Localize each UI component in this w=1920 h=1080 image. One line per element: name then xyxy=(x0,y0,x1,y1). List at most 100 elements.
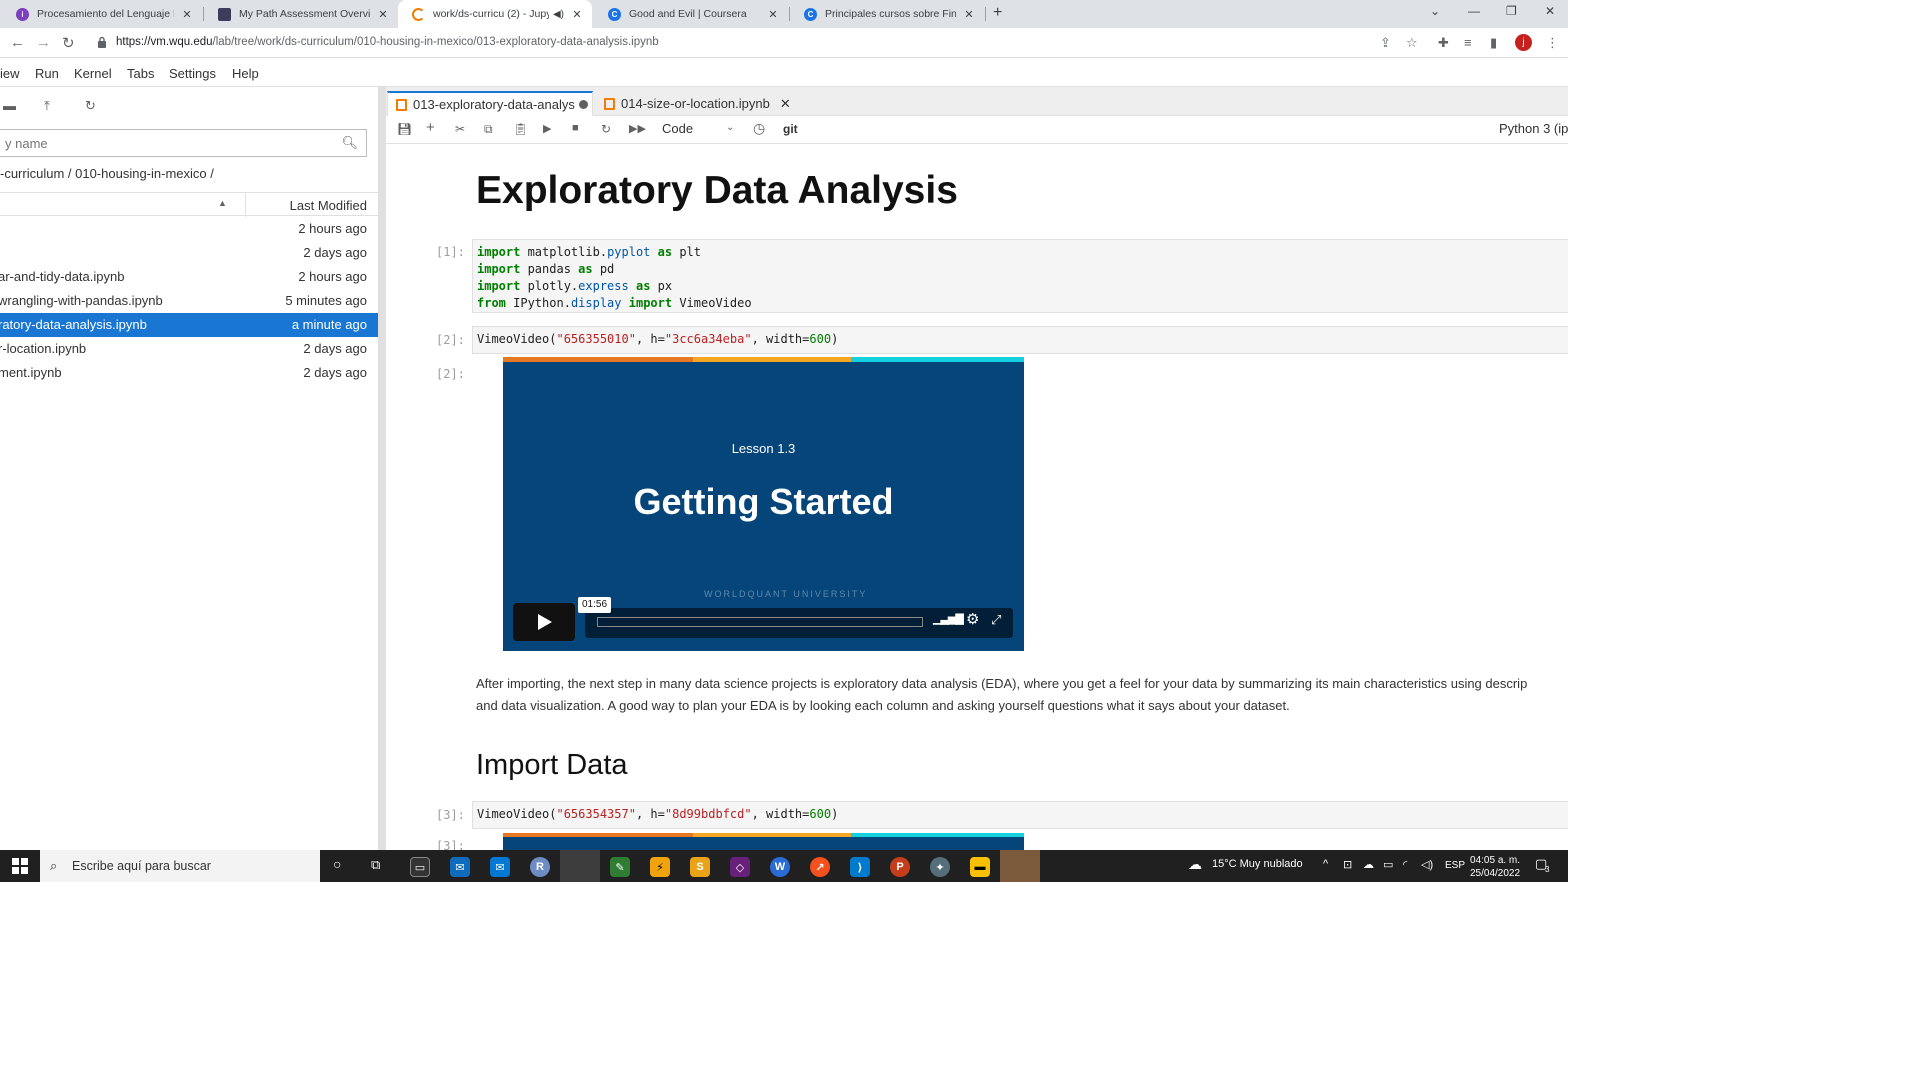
minimize-icon[interactable]: — xyxy=(1468,4,1480,18)
play-button[interactable] xyxy=(513,603,575,641)
volume-icon[interactable]: ▁▃▅▇ xyxy=(933,612,964,625)
column-last-modified[interactable]: Last Modified xyxy=(290,198,367,213)
restore-icon[interactable]: ❐ xyxy=(1506,4,1517,18)
stop-icon[interactable]: ■ xyxy=(572,122,579,134)
volume-tray-icon[interactable]: ◁) xyxy=(1421,858,1433,871)
window-close-icon[interactable]: ✕ xyxy=(1545,4,1555,18)
menu-help[interactable]: Help xyxy=(232,66,259,81)
browser-tab-2[interactable]: My Path Assessment Overview | V ✕ xyxy=(204,0,398,28)
terminal-icon[interactable]: ▭ xyxy=(410,857,430,877)
code-cell-video-2[interactable]: VimeoVideo("656354357", h="8d99bdbfcd", … xyxy=(472,801,1568,829)
windows-start-icon[interactable] xyxy=(12,858,28,874)
file-row[interactable]: 2 hours ago xyxy=(0,217,378,241)
browser-tab-1[interactable]: i Procesamiento del Lenguaje Nat ✕ xyxy=(2,0,202,28)
weather-text[interactable]: 15°C Muy nublado xyxy=(1212,858,1303,870)
file-explorer-icon[interactable]: ▬ xyxy=(970,857,990,877)
upload-icon[interactable]: ⤒ xyxy=(44,98,50,114)
file-row[interactable]: ratory-data-analysis.ipynb a minute ago xyxy=(0,313,378,337)
tab-notebook-014[interactable]: 014-size-or-location.ipynb ✕ xyxy=(596,91,802,116)
excel-like-icon[interactable]: ✎ xyxy=(610,857,630,877)
close-icon[interactable]: ✕ xyxy=(780,96,791,112)
system-clock[interactable]: 04:05 a. m. 25/04/2022 xyxy=(1470,854,1520,880)
save-icon[interactable]: 💾︎ xyxy=(397,122,412,136)
lock-icon[interactable] xyxy=(97,36,107,48)
sublime-icon[interactable]: S xyxy=(690,857,710,877)
fullscreen-icon[interactable]: ⤢ xyxy=(991,612,1001,628)
close-icon[interactable]: ✕ xyxy=(376,8,390,21)
visual-studio-icon[interactable]: ◇ xyxy=(730,857,750,877)
close-icon[interactable]: ✕ xyxy=(962,8,976,21)
breadcrumb[interactable]: -curriculum / 010-housing-in-mexico / xyxy=(0,166,214,181)
kernel-name[interactable]: Python 3 (ip xyxy=(1499,121,1568,136)
browser-tab-3-active[interactable]: work/ds-curricu (2) - Jupyter ◀) ✕ xyxy=(398,0,592,28)
powerpoint-icon[interactable]: P xyxy=(890,857,910,877)
language-indicator[interactable]: ESP xyxy=(1445,860,1465,871)
wifi-icon[interactable]: ◜ xyxy=(1403,858,1407,871)
unsaved-dot-icon[interactable] xyxy=(579,100,588,109)
menu-kernel[interactable]: Kernel xyxy=(74,66,112,81)
code-cell-video-1[interactable]: VimeoVideo("656355010", h="3cc6a34eba", … xyxy=(472,326,1568,354)
battery-icon[interactable]: ▭ xyxy=(1383,858,1393,871)
postman-icon[interactable]: ↗ xyxy=(810,857,830,877)
menu-view[interactable]: iew xyxy=(0,66,20,81)
chevron-up-icon[interactable]: ^ xyxy=(1323,858,1328,870)
weather-icon[interactable]: ☁ xyxy=(1188,856,1202,873)
taskbar-search[interactable]: ⌕ Escribe aquí para buscar xyxy=(40,850,320,882)
avatar[interactable]: j xyxy=(1515,34,1532,51)
refresh-icon[interactable]: ↻ xyxy=(85,98,96,114)
mail-icon[interactable]: ✉ xyxy=(450,857,470,877)
python-app-icon[interactable]: ✦ xyxy=(930,857,950,877)
star-icon[interactable]: ☆ xyxy=(1406,35,1418,51)
back-icon[interactable]: ← xyxy=(10,34,25,51)
vscode-icon[interactable]: ⟩ xyxy=(850,857,870,877)
side-panel-icon[interactable]: ▮ xyxy=(1490,35,1497,51)
file-row[interactable]: ar-and-tidy-data.ipynb 2 hours ago xyxy=(0,265,378,289)
media-queue-icon[interactable]: ≡ xyxy=(1464,35,1472,50)
video-player-2[interactable] xyxy=(503,833,1024,850)
forward-icon[interactable]: → xyxy=(36,34,51,51)
video-player[interactable]: Lesson 1.3 Getting Started WORLDQUANT UN… xyxy=(503,357,1024,651)
file-row[interactable]: 2 days ago xyxy=(0,241,378,265)
close-icon[interactable]: ✕ xyxy=(570,8,584,21)
file-filter-input[interactable] xyxy=(0,130,329,156)
run-icon[interactable]: ▶ xyxy=(543,122,551,135)
more-menu-icon[interactable]: ⋮ xyxy=(1546,35,1559,51)
outlook-icon[interactable]: ✉ xyxy=(490,857,510,877)
copy-icon[interactable]: ⧉ xyxy=(484,122,493,137)
file-row[interactable]: r-location.ipynb 2 days ago xyxy=(0,337,378,361)
task-view-icon[interactable]: ⧉ xyxy=(371,857,380,873)
git-button[interactable]: git xyxy=(783,122,798,136)
cut-icon[interactable]: ✂ xyxy=(455,122,465,136)
new-tab-button[interactable]: + xyxy=(993,4,1002,22)
close-icon[interactable]: ✕ xyxy=(766,8,780,21)
reload-icon[interactable]: ↻ xyxy=(62,34,75,52)
restart-icon[interactable]: ↻ xyxy=(601,122,611,136)
sort-ascending-icon[interactable]: ▲ xyxy=(218,198,227,208)
video-timeline[interactable] xyxy=(597,617,923,627)
clock-icon[interactable]: ◷ xyxy=(753,120,765,137)
share-app-icon[interactable]: ⚡ xyxy=(650,857,670,877)
onedrive-icon[interactable]: ☁ xyxy=(1363,858,1374,871)
network-tray-icon[interactable]: ⊡ xyxy=(1343,858,1352,871)
paste-icon[interactable]: 📋︎ xyxy=(513,122,528,136)
tab-search-icon[interactable]: ⌄ xyxy=(1430,4,1440,18)
new-folder-icon[interactable]: ▬ xyxy=(3,98,16,113)
file-row[interactable]: wrangling-with-pandas.ipynb 5 minutes ago xyxy=(0,289,378,313)
code-cell-imports[interactable]: import matplotlib.pyplot as plt import p… xyxy=(472,239,1568,313)
browser-tab-5[interactable]: C Principales cursos sobre Finanzas ✕ xyxy=(790,0,984,28)
r-app-icon[interactable]: R xyxy=(530,857,550,877)
file-row[interactable]: ment.ipynb 2 days ago xyxy=(0,361,378,385)
gear-icon[interactable]: ⚙ xyxy=(966,610,979,628)
menu-settings[interactable]: Settings xyxy=(169,66,216,81)
cortana-icon[interactable]: ○ xyxy=(333,856,341,872)
cell-type-select[interactable]: Code ⌄ xyxy=(662,121,734,136)
menu-run[interactable]: Run xyxy=(35,66,59,81)
menu-tabs[interactable]: Tabs xyxy=(127,66,154,81)
close-icon[interactable]: ✕ xyxy=(180,8,194,21)
audio-icon[interactable]: ◀) xyxy=(553,9,564,20)
browser-tab-4[interactable]: C Good and Evil | Coursera ✕ xyxy=(594,0,788,28)
fast-forward-icon[interactable]: ▶▶ xyxy=(629,122,646,135)
word-app-icon[interactable]: W xyxy=(770,857,790,877)
share-icon[interactable]: ⇪ xyxy=(1380,35,1391,51)
panel-splitter[interactable] xyxy=(378,87,386,850)
